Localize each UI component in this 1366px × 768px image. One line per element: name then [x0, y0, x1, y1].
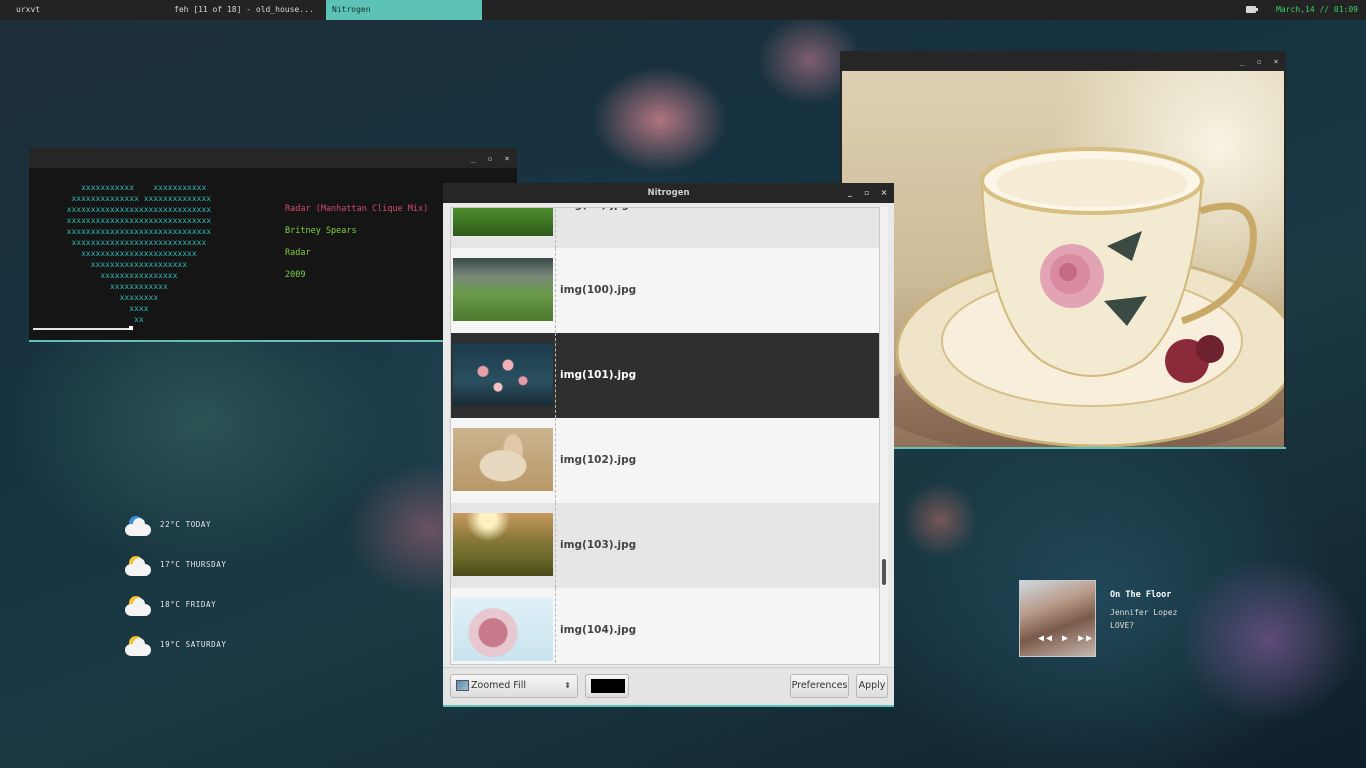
wallpaper-thumbnail — [453, 428, 553, 491]
nitrogen-titlebar[interactable]: Nitrogen _ ▫ × — [443, 183, 894, 203]
weather-text: 19°C SATURDAY — [160, 640, 227, 649]
battery-icon[interactable] — [1246, 6, 1258, 13]
wallpaper-thumbnail — [453, 343, 553, 406]
weather-text: 22°C TODAY — [160, 520, 212, 529]
weather-text: 17°C THURSDAY — [160, 560, 227, 569]
window-title: Nitrogen — [647, 188, 690, 198]
preferences-button[interactable]: Preferences — [790, 674, 849, 698]
taskbar-item-urxvt[interactable]: urxvt — [10, 0, 160, 20]
track-artist: Britney Spears — [285, 226, 357, 236]
close-icon[interactable]: × — [880, 183, 888, 203]
maximize-icon[interactable]: ▫ — [486, 154, 494, 163]
wallpaper-thumbnail — [453, 258, 553, 321]
playback-progress-bar — [33, 328, 129, 330]
maximize-icon[interactable]: ▫ — [863, 183, 871, 203]
track-album: Radar — [285, 248, 311, 258]
close-icon[interactable]: × — [1272, 57, 1280, 66]
track-title: Radar (Manhattan Clique Mix) — [285, 204, 429, 214]
list-item[interactable]: img(104).jpg — [451, 588, 879, 664]
list-item[interactable]: img(103).jpg — [451, 503, 879, 588]
clock: March,14 // 01:09 — [1276, 5, 1358, 14]
terminal-titlebar[interactable]: _ ▫ × — [29, 148, 517, 168]
partly-cloudy-icon — [123, 596, 153, 618]
image-viewer-window: _ ▫ × — [840, 51, 1286, 449]
cloud-blue-sun-icon — [123, 516, 153, 538]
wallpaper-filename: img(103).jpg — [560, 539, 637, 551]
nitrogen-toolbar: Zoomed Fill ⬍ Preferences Apply — [443, 667, 894, 705]
image-viewer-titlebar[interactable]: _ ▫ × — [840, 51, 1286, 71]
close-icon[interactable]: × — [503, 154, 511, 163]
album-cover: ◀◀ ▶ ▶▶ — [1019, 580, 1096, 657]
playback-progress-knob — [129, 326, 133, 330]
now-playing-album: LOVE? — [1110, 621, 1135, 630]
taskbar-item-feh[interactable]: feh [11 of 18] - old_house... — [168, 0, 324, 20]
wallpaper-filename: img(104).jpg — [560, 624, 637, 636]
background-color-button[interactable] — [585, 674, 629, 698]
color-swatch — [591, 679, 625, 693]
wallpaper-filename: img(102).jpg — [560, 454, 637, 466]
teacup-photo — [842, 71, 1284, 447]
playback-controls[interactable]: ◀◀ ▶ ▶▶ — [1038, 633, 1094, 644]
wallpaper-thumbnail — [453, 513, 553, 576]
minimize-icon[interactable]: _ — [469, 154, 477, 163]
nitrogen-window: Nitrogen _ ▫ × img(99).jpg img(100).jpg … — [443, 183, 894, 707]
now-playing-artist: Jennifer Lopez — [1110, 608, 1178, 617]
ascii-heart: xxxxxxxxxxx xxxxxxxxxxx xxxxxxxxxxxxxx x… — [66, 183, 212, 324]
monitor-icon — [456, 680, 469, 691]
now-playing-title: On The Floor — [1110, 590, 1172, 600]
maximize-icon[interactable]: ▫ — [1255, 57, 1263, 66]
taskbar-item-nitrogen[interactable]: Nitrogen — [326, 0, 482, 20]
wallpaper-filename: img(99).jpg — [560, 208, 629, 248]
list-item-selected[interactable]: img(101).jpg — [451, 333, 879, 418]
partly-cloudy-icon — [123, 556, 153, 578]
apply-button[interactable]: Apply — [856, 674, 888, 698]
wallpaper-filename: img(100).jpg — [560, 284, 637, 296]
minimize-icon[interactable]: _ — [846, 183, 854, 203]
list-item[interactable]: img(100).jpg — [451, 248, 879, 333]
wallpaper-thumbnail — [453, 208, 553, 236]
wallpaper-filename: img(101).jpg — [560, 369, 637, 381]
list-scrollbar[interactable] — [880, 207, 888, 665]
list-item[interactable]: img(102).jpg — [451, 418, 879, 503]
chevron-updown-icon: ⬍ — [564, 681, 571, 690]
scrollbar-thumb[interactable] — [882, 559, 886, 585]
track-year: 2009 — [285, 270, 306, 280]
wallpaper-list[interactable]: img(99).jpg img(100).jpg img(101).jpg im… — [450, 207, 880, 665]
wallpaper-thumbnail — [453, 598, 553, 661]
list-item[interactable]: img(99).jpg — [451, 208, 879, 248]
mode-select[interactable]: Zoomed Fill ⬍ — [450, 674, 578, 698]
weather-text: 18°C FRIDAY — [160, 600, 217, 609]
partly-cloudy-icon — [123, 636, 153, 658]
mode-select-value: Zoomed Fill — [471, 680, 526, 691]
minimize-icon[interactable]: _ — [1238, 57, 1246, 66]
top-panel: urxvt feh [11 of 18] - old_house... Nitr… — [0, 0, 1366, 20]
